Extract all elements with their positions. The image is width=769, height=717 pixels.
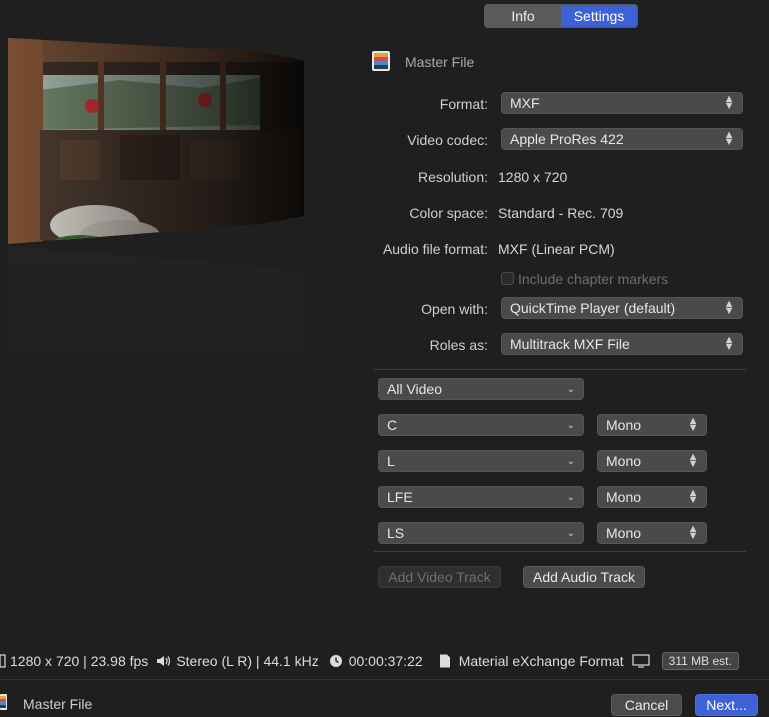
tab-settings[interactable]: Settings [561, 5, 637, 27]
export-summary-bar: 1280 x 720 | 23.98 fps Stereo (L R) | 44… [0, 650, 769, 672]
format-label: Format: [439, 96, 488, 112]
video-role-popup[interactable]: All Video ⌄ [378, 378, 584, 400]
chevron-down-icon: ⌄ [566, 491, 575, 503]
chapter-markers-label: Include chapter markers [518, 271, 669, 287]
chevron-down-icon: ⌄ [566, 455, 575, 467]
video-preview-thumbnail [0, 30, 360, 452]
destination-title: Master File [405, 54, 475, 70]
audio-role-value: C [387, 417, 398, 433]
resolution-value: 1280 x 720 [498, 169, 568, 185]
roles-as-popup[interactable]: Multitrack MXF File ▲ ▼ [501, 333, 743, 355]
updown-chevron-icon: ▲ ▼ [687, 523, 699, 542]
speaker-icon [156, 654, 172, 668]
next-button[interactable]: Next... [695, 694, 758, 716]
audio-format-label: Audio file format: [382, 241, 488, 257]
updown-chevron-icon: ▲ ▼ [723, 129, 735, 148]
divider [374, 551, 746, 552]
add-audio-track-button[interactable]: Add Audio Track [523, 566, 645, 588]
roles-as-label: Roles as: [429, 337, 488, 353]
display-icon [632, 654, 650, 668]
audio-summary-text: Stereo (L R) | 44.1 kHz [176, 653, 319, 669]
video-codec-popup[interactable]: Apple ProRes 422 ▲ ▼ [501, 128, 743, 150]
audio-role-value: LS [387, 525, 405, 541]
film-icon [0, 694, 8, 710]
estimated-size-badge: 311 MB est. [661, 652, 739, 670]
video-frame-icon [0, 654, 6, 668]
footer-destination-title: Master File [23, 696, 93, 712]
audio-channel-value: Mono [606, 453, 642, 469]
color-space-value: Standard - Rec. 709 [498, 205, 624, 221]
resolution-fps-text: 1280 x 720 | 23.98 fps [10, 653, 149, 669]
chevron-down-icon: ⌄ [566, 383, 575, 395]
open-with-label: Open with: [421, 301, 488, 317]
audio-channel-value: Mono [606, 525, 642, 541]
updown-chevron-icon: ▲ ▼ [687, 415, 699, 434]
updown-chevron-icon: ▲ ▼ [723, 93, 735, 112]
clock-icon [329, 654, 343, 668]
format-popup[interactable]: MXF ▲ ▼ [501, 92, 743, 114]
cancel-button[interactable]: Cancel [611, 694, 682, 716]
footer-divider [0, 679, 769, 680]
divider [374, 369, 746, 370]
audio-channel-value: Mono [606, 417, 642, 433]
roles-as-value: Multitrack MXF File [510, 336, 630, 352]
updown-chevron-icon: ▲ ▼ [723, 298, 735, 317]
audio-role-popup[interactable]: C ⌄ [378, 414, 584, 436]
video-codec-label: Video codec: [407, 132, 488, 148]
audio-channel-popup[interactable]: Mono ▲ ▼ [597, 522, 707, 544]
audio-role-value: L [387, 453, 395, 469]
updown-chevron-icon: ▲ ▼ [687, 451, 699, 470]
audio-role-popup[interactable]: LFE ⌄ [378, 486, 584, 508]
chevron-down-icon: ⌄ [566, 419, 575, 431]
audio-channel-popup[interactable]: Mono ▲ ▼ [597, 414, 707, 436]
video-codec-value: Apple ProRes 422 [510, 131, 624, 147]
chapter-markers-checkbox[interactable] [501, 272, 514, 285]
open-with-value: QuickTime Player (default) [510, 300, 676, 316]
resolution-label: Resolution: [417, 169, 488, 185]
video-role-value: All Video [387, 381, 443, 397]
format-value: MXF [510, 95, 540, 111]
audio-channel-popup[interactable]: Mono ▲ ▼ [597, 486, 707, 508]
audio-format-value: MXF (Linear PCM) [498, 241, 615, 257]
preview-image [0, 38, 360, 452]
document-icon [439, 654, 451, 668]
audio-channel-popup[interactable]: Mono ▲ ▼ [597, 450, 707, 472]
color-space-label: Color space: [409, 205, 488, 221]
format-summary-text: Material eXchange Format [458, 653, 624, 669]
tab-info[interactable]: Info [485, 5, 561, 27]
audio-channel-value: Mono [606, 489, 642, 505]
audio-role-popup[interactable]: LS ⌄ [378, 522, 584, 544]
add-video-track-button[interactable]: Add Video Track [378, 566, 501, 588]
updown-chevron-icon: ▲ ▼ [723, 334, 735, 353]
chevron-down-icon: ⌄ [566, 527, 575, 539]
audio-role-popup[interactable]: L ⌄ [378, 450, 584, 472]
film-icon [371, 50, 391, 72]
audio-role-value: LFE [387, 489, 413, 505]
open-with-popup[interactable]: QuickTime Player (default) ▲ ▼ [501, 297, 743, 319]
info-settings-tabs: Info Settings [484, 4, 638, 28]
duration-text: 00:00:37:22 [348, 653, 423, 669]
updown-chevron-icon: ▲ ▼ [687, 487, 699, 506]
